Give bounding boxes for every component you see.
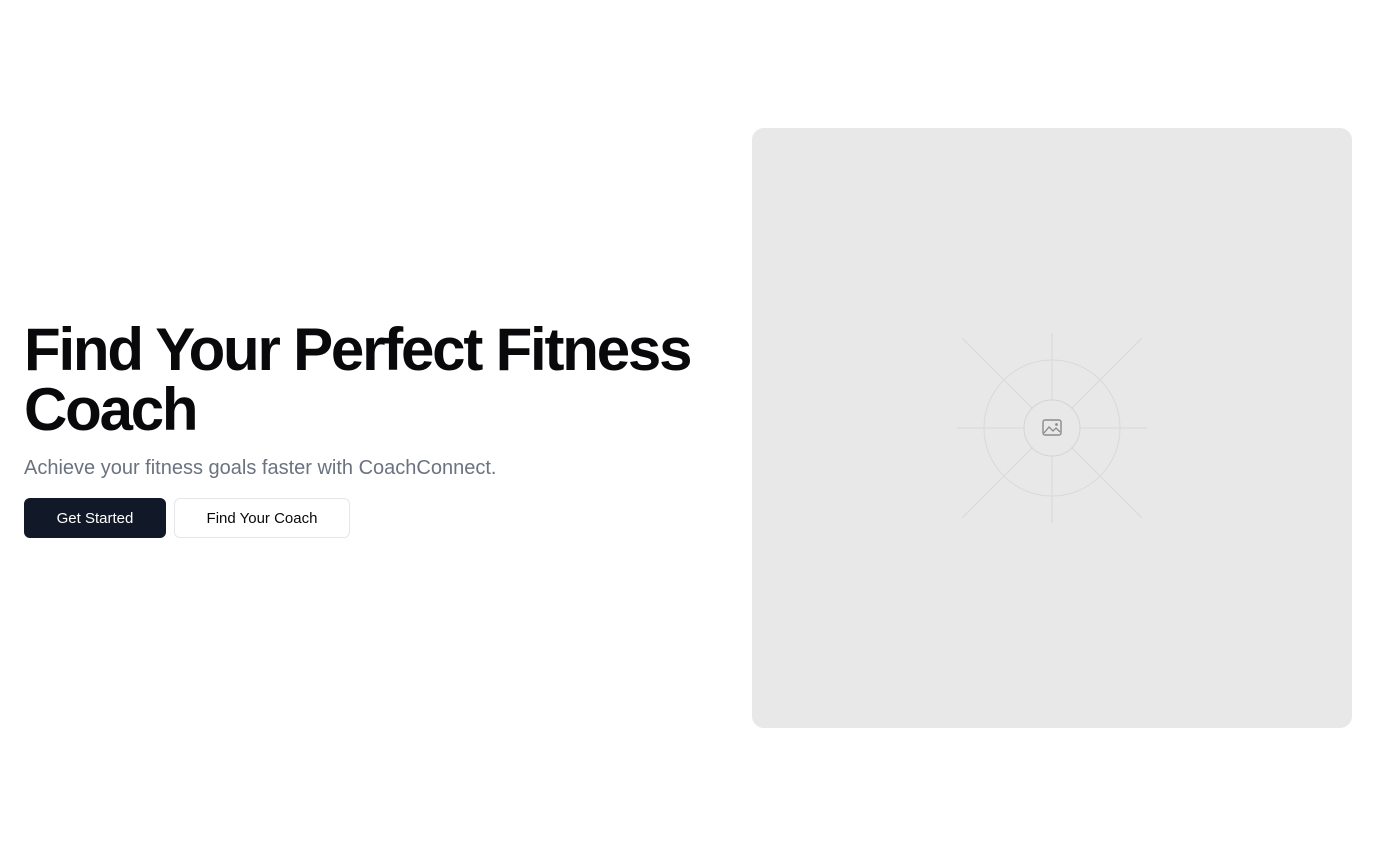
- placeholder-graphic: [957, 333, 1147, 523]
- hero-subtitle: Achieve your fitness goals faster with C…: [24, 457, 497, 479]
- hero-text-column: Find Your Perfect Fitness Coach Achieve …: [24, 320, 724, 538]
- hero-actions: Get Started Find Your Coach: [24, 498, 724, 538]
- image-placeholder-icon: [1023, 399, 1081, 457]
- get-started-button[interactable]: Get Started: [24, 498, 166, 538]
- hero-headline: Find Your Perfect Fitness Coach: [24, 316, 692, 443]
- find-your-coach-button[interactable]: Find Your Coach: [174, 498, 350, 538]
- hero-image-placeholder: [752, 128, 1352, 728]
- hero-section: Find Your Perfect Fitness Coach Achieve …: [0, 0, 1376, 856]
